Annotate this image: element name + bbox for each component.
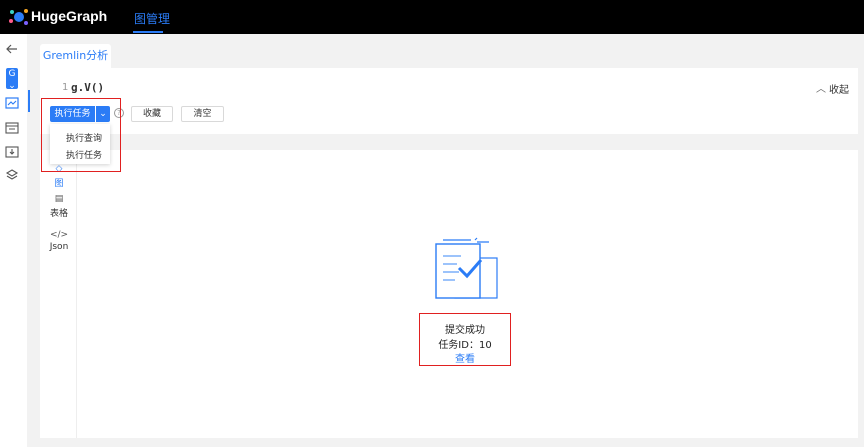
import-icon[interactable] — [5, 145, 19, 159]
chevron-down-icon: ⌄ — [8, 81, 16, 91]
sidebar-active-indicator — [28, 90, 30, 112]
query-editor-panel — [40, 68, 858, 134]
query-input[interactable]: g.V() — [71, 81, 104, 94]
line-number: 1 — [62, 82, 69, 93]
graph-analysis-icon[interactable] — [5, 96, 19, 110]
collapse-button[interactable]: 收起 — [829, 81, 849, 96]
highlight-box-execute — [41, 98, 121, 172]
hugegraph-logo-icon[interactable] — [8, 7, 30, 27]
table-view-icon: ▤ — [54, 194, 64, 204]
view-tab-label: Json — [49, 242, 69, 252]
view-tab-label: 图 — [54, 179, 64, 189]
schema-icon[interactable] — [5, 121, 19, 135]
view-tab-json[interactable]: </> Json — [42, 230, 76, 252]
chevron-up-icon[interactable]: ︿ — [816, 80, 826, 95]
result-divider — [76, 150, 77, 438]
nav-graph-management[interactable]: 图管理 — [134, 10, 170, 27]
clear-button[interactable]: 清空 — [181, 106, 224, 122]
left-sidebar: G ⌄ — [0, 34, 27, 447]
graph-badge-letter: G — [8, 69, 16, 79]
graph-selector[interactable]: G ⌄ — [6, 68, 18, 91]
view-tab-table[interactable]: ▤ 表格 — [42, 194, 76, 219]
task-submitted-illustration-icon — [435, 237, 498, 299]
top-bar: HugeGraph 图管理 — [0, 0, 864, 34]
view-tab-label: 表格 — [49, 209, 68, 219]
back-arrow-icon[interactable] — [5, 42, 19, 56]
code-view-icon: </> — [49, 230, 69, 240]
layers-icon[interactable] — [5, 168, 19, 182]
highlight-box-result — [419, 313, 511, 366]
brand-name: HugeGraph — [31, 8, 108, 24]
favorite-button[interactable]: 收藏 — [131, 106, 173, 122]
tab-gremlin-analysis[interactable]: Gremlin分析 — [40, 44, 111, 68]
nav-active-indicator — [133, 31, 163, 33]
